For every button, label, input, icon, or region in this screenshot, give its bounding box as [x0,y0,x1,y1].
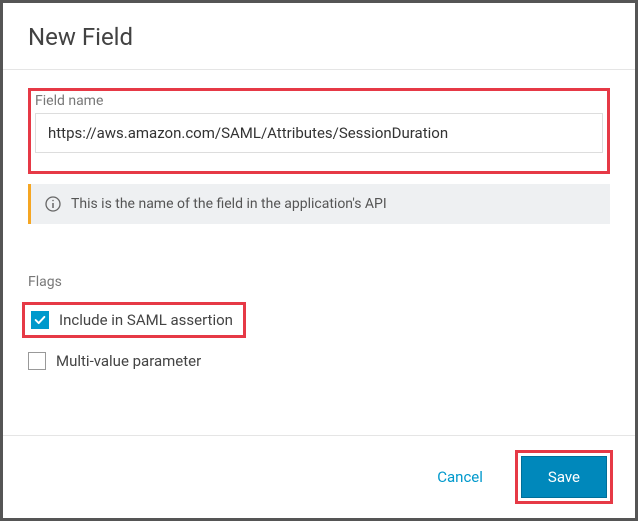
flags-label: Flags [28,274,610,290]
dialog-footer: Cancel Save [3,435,635,518]
field-name-label: Field name [35,93,603,109]
dialog-header: New Field [3,3,635,70]
multi-value-row: Multi-value parameter [28,352,610,370]
info-text: This is the name of the field in the app… [71,196,387,212]
check-icon [33,313,47,327]
multi-value-label: Multi-value parameter [56,352,201,370]
save-highlight: Save [515,450,613,504]
new-field-dialog: New Field Field name This is the name of… [3,3,635,518]
include-saml-highlight: Include in SAML assertion [22,302,246,338]
field-name-group: Field name [35,93,603,153]
info-icon [45,196,61,212]
include-saml-row: Include in SAML assertion [31,311,233,329]
cancel-button[interactable]: Cancel [423,458,497,496]
dialog-content: Field name This is the name of the field… [3,70,635,435]
dialog-title: New Field [28,23,610,51]
field-name-highlight: Field name [28,88,610,174]
include-saml-checkbox[interactable] [31,311,49,329]
multi-value-checkbox[interactable] [28,352,46,370]
field-name-input[interactable] [35,113,603,153]
include-saml-label: Include in SAML assertion [59,311,233,329]
flags-section: Flags Include in SAML assertion [28,274,610,370]
info-notice: This is the name of the field in the app… [28,184,610,224]
save-button[interactable]: Save [521,456,607,498]
